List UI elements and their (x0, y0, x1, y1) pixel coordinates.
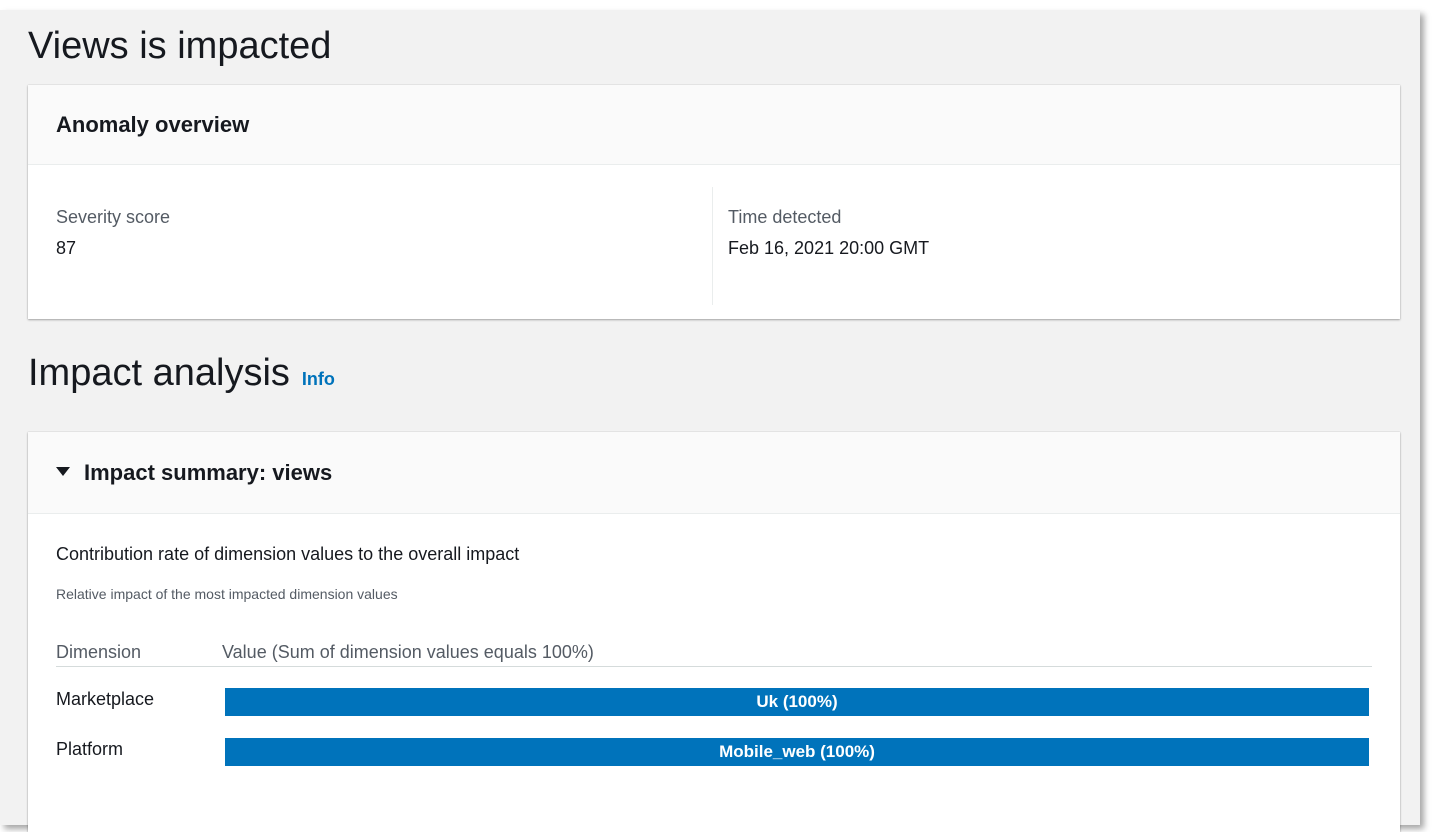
column-divider (712, 187, 713, 305)
time-detected-value: Feb 16, 2021 20:00 GMT (728, 238, 930, 258)
dimension-column-header: Dimension (56, 642, 142, 662)
impact-analysis-heading: Impact analysis Info (28, 352, 335, 395)
dimension-label: Platform (56, 739, 124, 759)
anomaly-overview-header: Anomaly overview (28, 85, 1400, 165)
header-divider (56, 666, 1372, 667)
contribution-bar-track: Mobile_web (100%) (225, 738, 1369, 766)
page-title: Views is impacted (28, 25, 332, 67)
anomaly-overview-panel: Anomaly overview Severity score 87 Time … (28, 85, 1400, 319)
severity-score-label: Severity score (56, 207, 171, 227)
time-detected-label: Time detected (728, 207, 842, 227)
dimension-label: Marketplace (56, 689, 155, 709)
contribution-bar-segment[interactable]: Mobile_web (100%) (225, 738, 1369, 766)
severity-score-value: 87 (56, 238, 77, 258)
contribution-bar-track: Uk (100%) (225, 688, 1369, 716)
value-column-header: Value (Sum of dimension values equals 10… (222, 642, 594, 662)
impact-summary-toggle[interactable]: Impact summary: views (28, 432, 1400, 514)
time-detected-field: Time detected Feb 16, 2021 20:00 GMT (728, 207, 929, 259)
dimension-row: Platform Mobile_web (100%) (28, 736, 1400, 766)
contribution-bar-segment[interactable]: Uk (100%) (225, 688, 1369, 716)
dimension-row: Marketplace Uk (100%) (28, 686, 1400, 716)
impact-summary-panel: Impact summary: views Contribution rate … (28, 432, 1400, 832)
info-link[interactable]: Info (302, 369, 335, 390)
impact-analysis-title: Impact analysis (28, 352, 290, 394)
chart-subtitle: Relative impact of the most impacted dim… (56, 586, 398, 602)
anomaly-overview-body: Severity score 87 Time detected Feb 16, … (28, 165, 1400, 319)
impact-summary-header: Impact summary: views (84, 459, 333, 485)
chart-title: Contribution rate of dimension values to… (56, 544, 520, 564)
caret-down-icon (56, 467, 70, 476)
severity-score-field: Severity score 87 (56, 207, 170, 259)
